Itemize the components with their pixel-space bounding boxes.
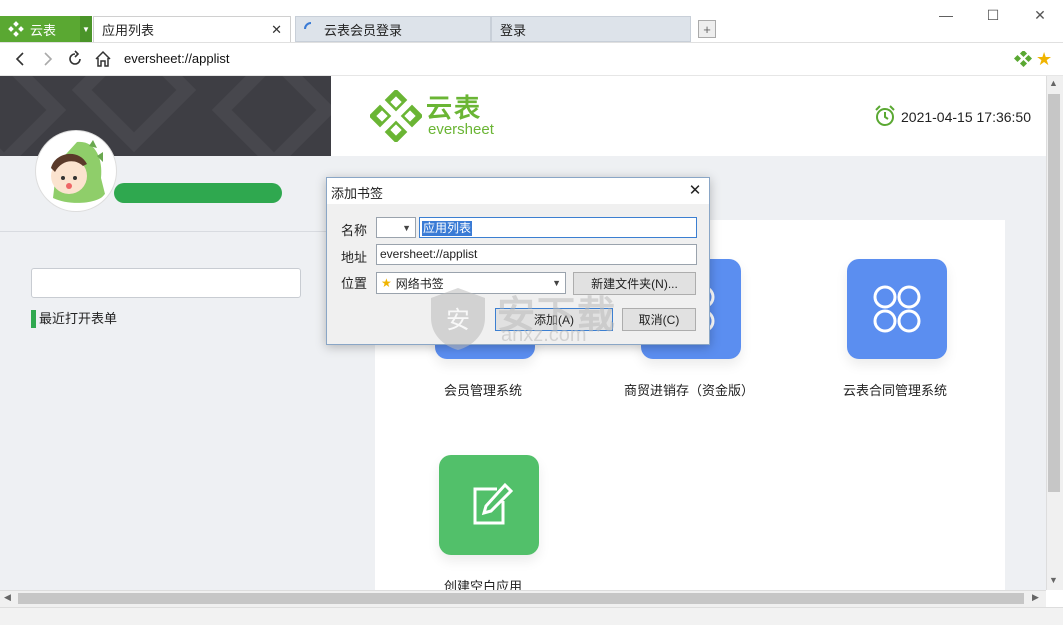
app-label[interactable]: 商贸进销存（资金版） bbox=[589, 380, 789, 399]
cancel-button[interactable]: 取消(C) bbox=[622, 308, 696, 331]
horizontal-scroll-thumb[interactable] bbox=[18, 593, 1024, 604]
logo-text-en: eversheet bbox=[428, 121, 494, 138]
datetime-display: 2021-04-15 17:36:50 bbox=[901, 109, 1031, 125]
recent-forms-label[interactable]: 最近打开表单 bbox=[31, 310, 117, 328]
dialog-titlebar[interactable] bbox=[327, 178, 709, 204]
home-icon[interactable] bbox=[92, 48, 114, 70]
address-input[interactable]: eversheet://applist bbox=[376, 244, 697, 265]
maximize-button[interactable]: ☐ bbox=[978, 4, 1008, 26]
alarm-clock-icon bbox=[873, 104, 897, 131]
location-label: 位置 bbox=[341, 276, 368, 291]
eversheet-logo-icon bbox=[8, 21, 24, 37]
forward-icon[interactable] bbox=[37, 48, 59, 70]
app-logo-icon[interactable] bbox=[1013, 49, 1033, 70]
chevron-down-icon[interactable]: ▼ bbox=[80, 16, 92, 42]
bookmark-star-icon[interactable]: ★ bbox=[1036, 49, 1052, 70]
chevron-down-icon: ▼ bbox=[402, 222, 411, 233]
app-label[interactable]: 云表合同管理系统 bbox=[795, 380, 995, 399]
name-label: 名称 bbox=[341, 223, 368, 238]
username-bar bbox=[114, 183, 282, 203]
divider bbox=[0, 231, 331, 232]
tab-member-login[interactable]: 云表会员登录 bbox=[295, 16, 491, 42]
address-label: 地址 bbox=[341, 250, 368, 265]
loading-spinner-icon bbox=[304, 22, 312, 30]
edit-icon bbox=[473, 482, 514, 525]
app-label[interactable]: 会员管理系统 bbox=[383, 380, 583, 399]
name-input[interactable]: 应用列表 bbox=[419, 217, 697, 238]
star-icon: ★ bbox=[381, 276, 392, 290]
tab-applist[interactable]: 应用列表 ✕ bbox=[93, 16, 291, 42]
scroll-down-icon[interactable]: ▼ bbox=[1049, 575, 1058, 585]
brand-menu-button[interactable]: 云表 bbox=[0, 16, 80, 42]
scroll-right-icon[interactable]: ▶ bbox=[1032, 592, 1039, 603]
watermark-url: anxz.com bbox=[501, 324, 587, 346]
back-icon[interactable] bbox=[9, 48, 31, 70]
app-tile-contract[interactable] bbox=[847, 259, 947, 359]
tab-label: 应用列表 bbox=[102, 23, 155, 38]
tab-label: 云表会员登录 bbox=[324, 22, 403, 38]
minimize-button[interactable]: — bbox=[931, 4, 961, 26]
tab-login[interactable]: 登录 bbox=[491, 16, 691, 42]
close-icon[interactable]: ✕ bbox=[686, 181, 704, 199]
dialog-title: 添加书签 bbox=[331, 186, 384, 201]
eversheet-logo-icon bbox=[368, 88, 424, 145]
close-tab-icon[interactable]: ✕ bbox=[271, 22, 282, 38]
brand-label: 云表 bbox=[30, 22, 57, 38]
avatar[interactable] bbox=[36, 131, 116, 211]
sidebar-search-input[interactable] bbox=[31, 268, 301, 298]
logo-text-cn: 云表 bbox=[426, 93, 483, 123]
icon-select[interactable]: ▼ bbox=[376, 217, 416, 238]
app-label[interactable]: 创建空白应用 bbox=[383, 576, 583, 590]
status-bar bbox=[0, 607, 1063, 625]
refresh-icon[interactable] bbox=[64, 48, 86, 70]
watermark: 安 安下载 anxz.com bbox=[423, 284, 615, 354]
scroll-left-icon[interactable]: ◀ bbox=[4, 592, 11, 603]
app-tile-create-blank[interactable] bbox=[439, 455, 539, 555]
close-window-button[interactable]: ✕ bbox=[1025, 4, 1055, 26]
scroll-up-icon[interactable]: ▲ bbox=[1049, 78, 1058, 88]
url-field[interactable]: eversheet://applist bbox=[124, 51, 230, 66]
svg-text:安: 安 bbox=[446, 306, 470, 334]
tab-label: 登录 bbox=[500, 22, 527, 38]
new-tab-button[interactable]: + bbox=[698, 20, 716, 38]
clover-icon bbox=[873, 285, 921, 333]
name-input-value: 应用列表 bbox=[422, 221, 473, 236]
vertical-scroll-thumb[interactable] bbox=[1048, 94, 1060, 492]
shield-icon: 安 bbox=[431, 288, 485, 350]
